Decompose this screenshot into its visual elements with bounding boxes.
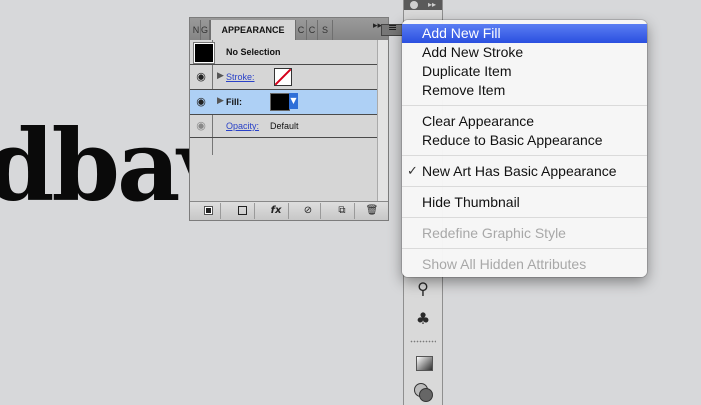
appearance-list: No Selection ◉ ▶ Stroke: ◉ ▶ Fill: ▼ ◉ O… — [190, 40, 388, 203]
gradient-swatch-icon[interactable] — [416, 356, 433, 371]
add-new-stroke-button[interactable] — [196, 203, 221, 219]
menu-item-hide-thumbnail[interactable]: Hide Thumbnail — [402, 193, 647, 212]
strip-grip[interactable] — [410, 340, 436, 343]
selection-thumbnail — [193, 42, 215, 64]
tab-graphic-styles[interactable]: G — [200, 20, 210, 40]
stroke-row[interactable]: ◉ ▶ Stroke: — [190, 65, 388, 90]
stroke-none-swatch[interactable] — [274, 68, 292, 86]
checkmark-icon: ✓ — [407, 164, 418, 179]
expand-triangle-icon[interactable]: ▶ — [217, 71, 224, 81]
selection-label: No Selection — [226, 47, 281, 57]
menu-item-reduce-to-basic[interactable]: Reduce to Basic Appearance — [402, 131, 647, 150]
opacity-row[interactable]: ◉ Opacity: Default — [190, 115, 388, 138]
menu-item-duplicate-item[interactable]: Duplicate Item — [402, 62, 647, 81]
tab-appearance[interactable]: APPEARANCE — [210, 20, 296, 41]
menu-item-add-new-fill[interactable]: Add New Fill — [402, 24, 647, 43]
panel-tab-bar: N G APPEARANCE C C S ▸▸ — [190, 18, 388, 41]
menu-item-add-new-stroke[interactable]: Add New Stroke — [402, 43, 647, 62]
menu-separator — [402, 186, 647, 187]
expand-triangle-icon[interactable]: ▶ — [217, 96, 224, 106]
appearance-panel-menu: Add New Fill Add New Stroke Duplicate It… — [402, 20, 647, 277]
menu-item-remove-item[interactable]: Remove Item — [402, 81, 647, 100]
strip-close-icon[interactable] — [410, 1, 418, 9]
menu-item-label: New Art Has Basic Appearance — [422, 163, 617, 179]
panel-footer: fx ⊘ ⧉ 🗑 — [190, 201, 388, 220]
add-effect-button[interactable]: fx — [264, 203, 289, 219]
menu-separator — [402, 248, 647, 249]
tab-stroke[interactable]: S — [318, 20, 333, 40]
fill-dropdown-icon[interactable]: ▼ — [289, 93, 298, 109]
club-symbol-icon[interactable]: ♣ — [412, 308, 434, 330]
duplicate-item-button[interactable]: ⧉ — [330, 203, 355, 219]
selection-row[interactable]: No Selection — [190, 40, 388, 65]
panel-scrollbar[interactable] — [377, 40, 388, 203]
appearance-panel: N G APPEARANCE C C S ▸▸ No Selection ◉ ▶… — [189, 17, 389, 221]
clear-appearance-button[interactable]: ⊘ — [296, 203, 321, 219]
menu-separator — [402, 217, 647, 218]
tab-color-guide[interactable]: C — [307, 20, 318, 40]
menu-separator — [402, 155, 647, 156]
tab-color[interactable]: C — [296, 20, 307, 40]
fill-label: Fill: — [226, 97, 242, 107]
eye-icon[interactable]: ◉ — [193, 94, 209, 110]
menu-item-clear-appearance[interactable]: Clear Appearance — [402, 112, 647, 131]
strip-expand-icon[interactable]: ▸▸ — [428, 0, 436, 9]
symbol-sprayer-icon[interactable]: ⚲ — [412, 278, 434, 300]
fill-row[interactable]: ◉ ▶ Fill: ▼ — [190, 90, 388, 115]
eye-icon[interactable]: ◉ — [193, 69, 209, 85]
delete-item-icon[interactable]: 🗑 — [360, 203, 384, 219]
menu-item-new-art-basic[interactable]: ✓ New Art Has Basic Appearance — [402, 162, 647, 181]
transparency-icon[interactable] — [414, 383, 433, 402]
eye-icon[interactable]: ◉ — [193, 118, 209, 134]
add-new-fill-button[interactable] — [230, 203, 255, 219]
strip-header[interactable]: ▸▸ — [404, 0, 442, 10]
stroke-label[interactable]: Stroke: — [226, 72, 255, 82]
menu-separator — [402, 105, 647, 106]
fill-swatch[interactable] — [270, 93, 290, 111]
menu-item-show-hidden-attributes: Show All Hidden Attributes — [422, 256, 587, 272]
opacity-label[interactable]: Opacity: — [226, 121, 259, 131]
opacity-value: Default — [270, 121, 299, 131]
menu-item-redefine-graphic-style: Redefine Graphic Style — [422, 225, 566, 241]
